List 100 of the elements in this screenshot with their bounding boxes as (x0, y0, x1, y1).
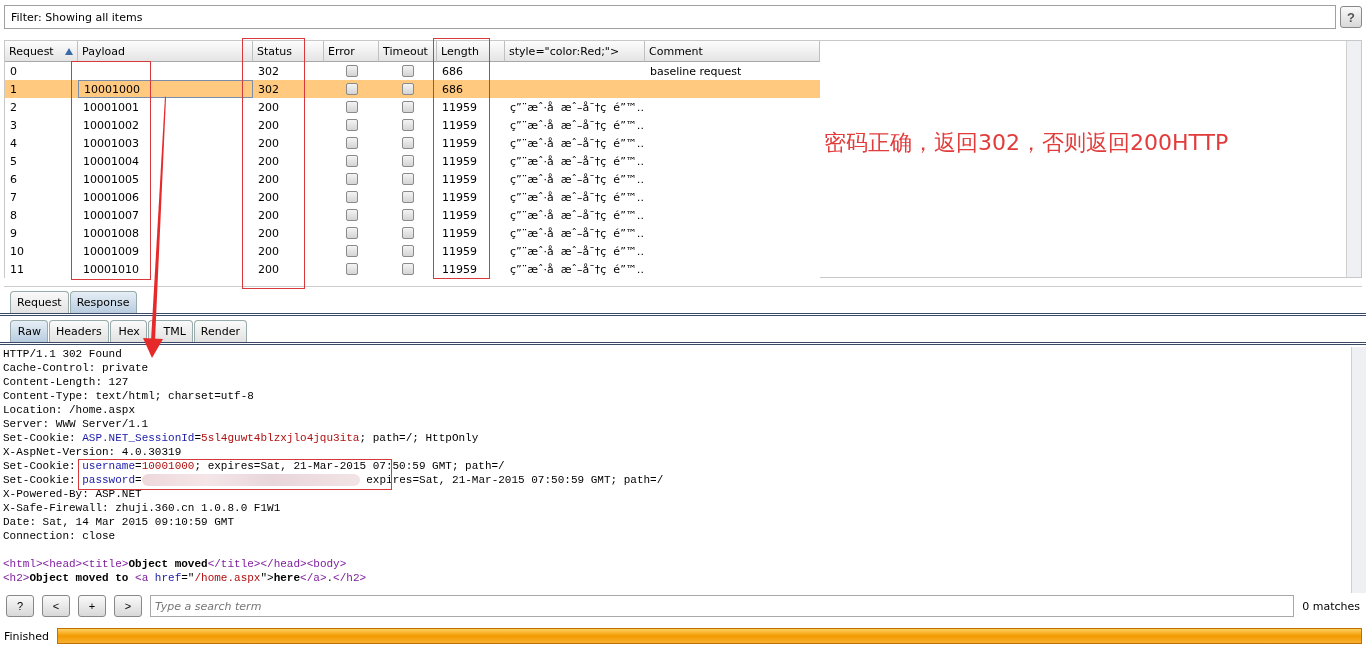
checkbox[interactable] (402, 83, 414, 95)
response-line: HTTP/1.1 302 Found (3, 347, 123, 361)
help-button[interactable]: ? (1340, 6, 1362, 28)
table-cell-text: 8 (9, 207, 18, 224)
response-line: <html><head><title>Object moved</title></head><body> (3, 557, 348, 571)
table-cell-text: 10001004 (82, 153, 140, 170)
checkbox[interactable] (345, 155, 358, 167)
response-line: X-Powered-By: ASP.NET (3, 487, 143, 501)
sort-icon (65, 47, 73, 55)
result-row[interactable]: 11 10001010 200 11959 ç”¨æˆ·å æˆ–å¯†ç é”™… (5, 260, 820, 278)
table-cell-text: ç”¨æˆ·å æˆ–å¯†ç é”™… (509, 135, 645, 152)
scrollbar[interactable] (1351, 347, 1366, 593)
search-field[interactable]: Type a search term (150, 595, 1295, 617)
table-cell-text: 10001005 (82, 171, 140, 188)
table-cell-text: 11959 (441, 135, 478, 152)
search-nav-button[interactable]: < (42, 595, 70, 617)
table-cell-text: 11959 (441, 225, 478, 242)
column-header[interactable]: style="color:Red;"> (505, 41, 645, 62)
checkbox[interactable] (402, 263, 414, 275)
table-cell-text: 686 (441, 63, 464, 80)
column-header[interactable]: Length (437, 41, 505, 62)
table-cell-text: ç”¨æˆ·å æˆ–å¯†ç é”™… (509, 207, 645, 224)
table-cell-text: 200 (257, 189, 280, 206)
table-cell-text: 11959 (441, 243, 478, 260)
table-cell-text: 7 (9, 189, 18, 206)
tab[interactable]: Response (69, 291, 137, 313)
checkbox[interactable] (345, 119, 358, 131)
response-line: <h2>Object moved to <a href="/home.aspx">here</a>.</h2> (3, 571, 368, 585)
status-label: Finished (4, 629, 50, 643)
checkbox[interactable] (402, 191, 414, 203)
table-cell-text: 10 (9, 243, 25, 260)
table-cell-text: ç”¨æˆ·å æˆ–å¯†ç é”™… (509, 117, 645, 134)
table-cell-text: 200 (257, 225, 280, 242)
table-cell-text: 11959 (441, 207, 478, 224)
checkbox[interactable] (402, 245, 414, 257)
table-cell-text: 200 (257, 243, 280, 260)
checkbox[interactable] (345, 173, 358, 185)
checkbox[interactable] (402, 119, 414, 131)
tab[interactable]: Headers (49, 320, 109, 342)
checkbox[interactable] (402, 227, 414, 239)
table-cell-text: 10001002 (82, 117, 140, 134)
table-cell: 10001000 (78, 80, 253, 98)
response-line: Connection: close (3, 529, 117, 543)
table-cell-text: 11959 (441, 189, 478, 206)
table-cell-text: ç”¨æˆ·å æˆ–å¯†ç é”™… (509, 189, 645, 206)
table-cell-text: ç”¨æˆ·å æˆ–å¯†ç é”™… (509, 171, 645, 188)
checkbox[interactable] (402, 101, 414, 113)
table-cell-text: 10001010 (82, 261, 140, 278)
annotation-text: 密码正确，返回302，否则返回200HTTP (824, 129, 1229, 157)
table-cell-text: 2 (9, 99, 18, 116)
table-cell-text: 11 (9, 261, 25, 278)
column-header[interactable]: Payload (78, 41, 253, 62)
search-nav-button[interactable]: ? (6, 595, 34, 617)
checkbox[interactable] (345, 83, 358, 95)
column-header[interactable]: Status (253, 41, 324, 62)
response-line: Date: Sat, 14 Mar 2015 09:10:59 GMT (3, 515, 236, 529)
filter-bar[interactable]: Filter: Showing all items (4, 5, 1336, 29)
column-header[interactable]: Request (5, 41, 78, 62)
table-cell-text: 686 (441, 81, 464, 98)
checkbox[interactable] (402, 137, 414, 149)
table-cell-text: 10001009 (82, 243, 140, 260)
table-cell-text: 302 (257, 81, 280, 98)
search-nav-button[interactable]: > (114, 595, 142, 617)
checkbox[interactable] (402, 209, 414, 221)
response-line: Server: WWW Server/1.1 (3, 417, 150, 431)
table-cell-text: ç”¨æˆ·å æˆ–å¯†ç é”™… (509, 261, 645, 278)
checkbox[interactable] (402, 173, 414, 185)
table-cell-text: 10001008 (82, 225, 140, 242)
table-cell-text: ç”¨æˆ·å æˆ–å¯†ç é”™… (509, 243, 645, 260)
checkbox[interactable] (345, 263, 358, 275)
checkbox[interactable] (402, 155, 414, 167)
checkbox[interactable] (345, 227, 358, 239)
checkbox[interactable] (345, 245, 358, 257)
table-cell-text: 11959 (441, 117, 478, 134)
table-cell-text: 11959 (441, 99, 478, 116)
table-cell-text: 11959 (441, 171, 478, 188)
checkbox[interactable] (345, 101, 358, 113)
checkbox[interactable] (402, 65, 414, 77)
column-header[interactable]: Error (324, 41, 379, 62)
match-count: 0 matches (1302, 599, 1360, 613)
checkbox[interactable] (345, 137, 358, 149)
tab[interactable]: Hex (109, 320, 147, 342)
scrollbar[interactable] (1346, 41, 1361, 277)
table-cell-text: 5 (9, 153, 18, 170)
checkbox[interactable] (345, 191, 358, 203)
column-header[interactable]: Comment (645, 41, 820, 62)
table-cell-text: 302 (257, 63, 280, 80)
result-row[interactable]: 1 10001000 302 686 (5, 80, 820, 98)
column-header[interactable]: Timeout (379, 41, 437, 62)
tab[interactable]: Raw (10, 320, 48, 342)
table-cell-text: 11959 (441, 261, 478, 278)
table-cell-text: ç”¨æˆ·å æˆ–å¯†ç é”™… (509, 153, 645, 170)
tab[interactable]: Render (193, 320, 247, 342)
checkbox[interactable] (345, 65, 358, 77)
table-cell-text: 1 (9, 81, 18, 98)
tab[interactable]: Request (10, 291, 69, 313)
table-cell-text: baseline request (649, 63, 743, 80)
search-nav-button[interactable]: + (78, 595, 106, 617)
checkbox[interactable] (345, 209, 358, 221)
table-cell-text: 9 (9, 225, 18, 242)
